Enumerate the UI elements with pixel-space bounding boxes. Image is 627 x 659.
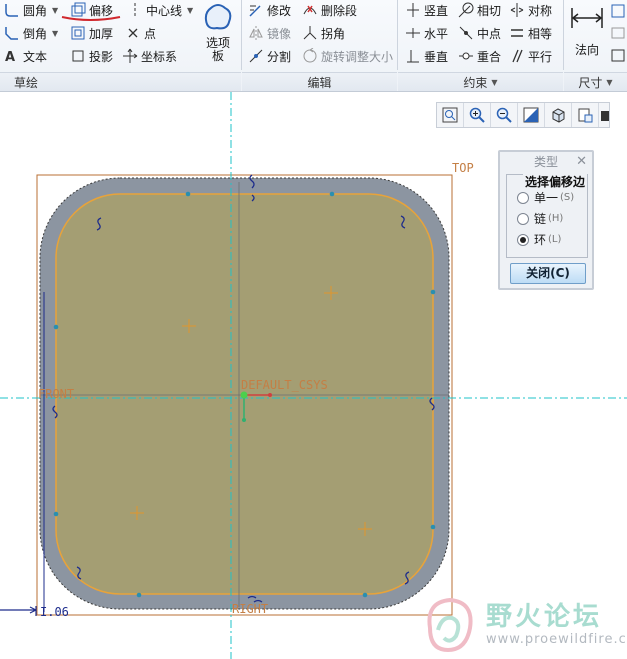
coordinate-system-icon (122, 48, 138, 64)
radio-single-button[interactable] (517, 191, 529, 204)
symmetric-constraint-button[interactable]: 对称 (509, 0, 552, 20)
vertical-icon (405, 2, 421, 18)
normal-dimension-button[interactable]: 法向 (568, 0, 606, 68)
point-button[interactable]: 点 (125, 23, 156, 43)
repaint-button[interactable] (518, 103, 545, 127)
saved-orientations-button[interactable] (572, 103, 599, 127)
coincident-constraint-button[interactable]: 重合 (458, 46, 501, 66)
chevron-down-icon[interactable]: ▼ (52, 29, 58, 38)
zoom-in-icon (469, 107, 485, 123)
midpoint-icon (458, 25, 474, 41)
group-label-dimension[interactable]: 尺寸 ▼ (564, 72, 627, 91)
chevron-down-icon: ▼ (491, 77, 498, 87)
csys-button[interactable]: 坐标系 (122, 46, 177, 66)
display-style-icon (552, 108, 565, 123)
red-underline (61, 16, 121, 21)
mirror-button[interactable]: 镜像 (248, 23, 291, 43)
symmetric-icon (509, 2, 525, 18)
palette-icon (204, 4, 232, 30)
group-label-constrain[interactable]: 约束 ▼ (398, 72, 563, 91)
radio-loop-button[interactable] (517, 233, 529, 246)
close-button[interactable]: 关闭(C) (510, 263, 586, 284)
vertical-constraint-button[interactable]: 竖直 (405, 0, 448, 20)
mirror-icon (248, 25, 264, 41)
watermark-logo (427, 597, 473, 653)
thicken-button[interactable]: 加厚 (70, 23, 113, 43)
zoom-out-button[interactable] (491, 103, 518, 127)
svg-text:A: A (5, 50, 15, 64)
repaint-icon (523, 107, 539, 123)
chamfer-icon (4, 25, 20, 41)
midpoint-constraint-button[interactable]: 中点 (458, 23, 501, 43)
corner-button[interactable]: 拐角 (302, 23, 345, 43)
equal-icon (509, 25, 525, 41)
perpendicular-icon (405, 48, 421, 64)
fillet-button[interactable]: 圆角 ▼ (4, 0, 58, 20)
project-button[interactable]: 投影 (70, 46, 113, 66)
modify-icon (248, 2, 264, 18)
radio-single[interactable]: 单一 (S) (517, 189, 574, 206)
text-button[interactable]: A 文本 (4, 46, 47, 66)
dialog-title: 类型 ✕ (500, 152, 592, 172)
zoom-in-button[interactable] (464, 103, 491, 127)
csys-origin-marker[interactable] (240, 391, 248, 399)
refit-button[interactable] (437, 103, 464, 127)
radio-chain-button[interactable] (517, 212, 529, 225)
delete-segment-button[interactable]: 删除段 (302, 0, 357, 20)
chevron-down-icon[interactable]: ▼ (52, 6, 58, 15)
dimension-extra-tools[interactable] (610, 4, 627, 64)
delete-segment-icon (302, 2, 318, 18)
offset-type-dialog: 类型 ✕ 选择偏移边 单一 (S) 链 (H) 环 (L) 关闭(C) (498, 150, 594, 290)
top-datum-label: TOP (452, 161, 474, 175)
corner-icon (302, 25, 318, 41)
watermark-url: www.proewildfire.cn (486, 632, 627, 647)
chevron-down-icon: ▼ (606, 77, 613, 87)
dimension-arrow-icon (571, 8, 603, 28)
centerline-button[interactable]: 中心线 ▼ (127, 0, 193, 20)
svg-text:I.06: I.06 (40, 605, 69, 619)
dimension-tools-icon (611, 4, 625, 62)
view-toolbar-overflow[interactable] (599, 103, 609, 127)
coincident-icon (458, 48, 474, 64)
parallel-icon (509, 48, 525, 64)
radio-loop[interactable]: 环 (L) (517, 231, 561, 248)
group-label-edit: 编辑 (242, 72, 397, 91)
select-offset-edge-group: 选择偏移边 单一 (S) 链 (H) 环 (L) (506, 173, 588, 258)
saved-orientations-icon (578, 108, 593, 123)
horizontal-constraint-button[interactable]: 水平 (405, 23, 448, 43)
fillet-icon (4, 2, 20, 18)
zoom-out-icon (496, 107, 512, 123)
palette-button[interactable]: 选项 板 (197, 0, 239, 68)
camera-icon (601, 111, 609, 121)
ribbon: 圆角 ▼ 偏移 中心线 ▼ 倒角 ▼ 加厚 点 A 文本 投影 坐标系 选项 板 (0, 0, 627, 92)
text-icon: A (4, 48, 20, 65)
rotate-resize-icon (302, 47, 318, 64)
horizontal-icon (405, 25, 421, 41)
display-style-button[interactable] (545, 103, 572, 127)
centerline-icon (127, 2, 143, 18)
tangent-icon (458, 2, 474, 18)
divide-button[interactable]: 分割 (248, 46, 291, 66)
view-toolbar (436, 102, 610, 128)
equal-constraint-button[interactable]: 相等 (509, 23, 552, 43)
project-icon (70, 48, 86, 64)
watermark-name: 野火论坛 (486, 602, 603, 632)
modify-button[interactable]: 修改 (248, 0, 291, 20)
tangent-constraint-button[interactable]: 相切 (458, 0, 501, 20)
csys-label: DEFAULT_CSYS (241, 378, 328, 392)
front-datum-label: FRONT (38, 387, 75, 401)
close-icon[interactable]: ✕ (576, 152, 587, 172)
rotate-resize-button[interactable]: 旋转调整大小 (302, 46, 393, 66)
refit-icon (442, 107, 458, 123)
chamfer-button[interactable]: 倒角 ▼ (4, 23, 58, 43)
parallel-constraint-button[interactable]: 平行 (509, 46, 552, 66)
divide-icon (248, 48, 264, 64)
radio-chain[interactable]: 链 (H) (517, 210, 563, 227)
group-label-sketch: 草绘 (0, 72, 241, 91)
chevron-down-icon[interactable]: ▼ (187, 6, 193, 15)
right-datum-label: RIGHT (232, 602, 269, 616)
perpendicular-constraint-button[interactable]: 垂直 (405, 46, 448, 66)
point-icon (125, 25, 141, 41)
thicken-icon (70, 25, 86, 41)
